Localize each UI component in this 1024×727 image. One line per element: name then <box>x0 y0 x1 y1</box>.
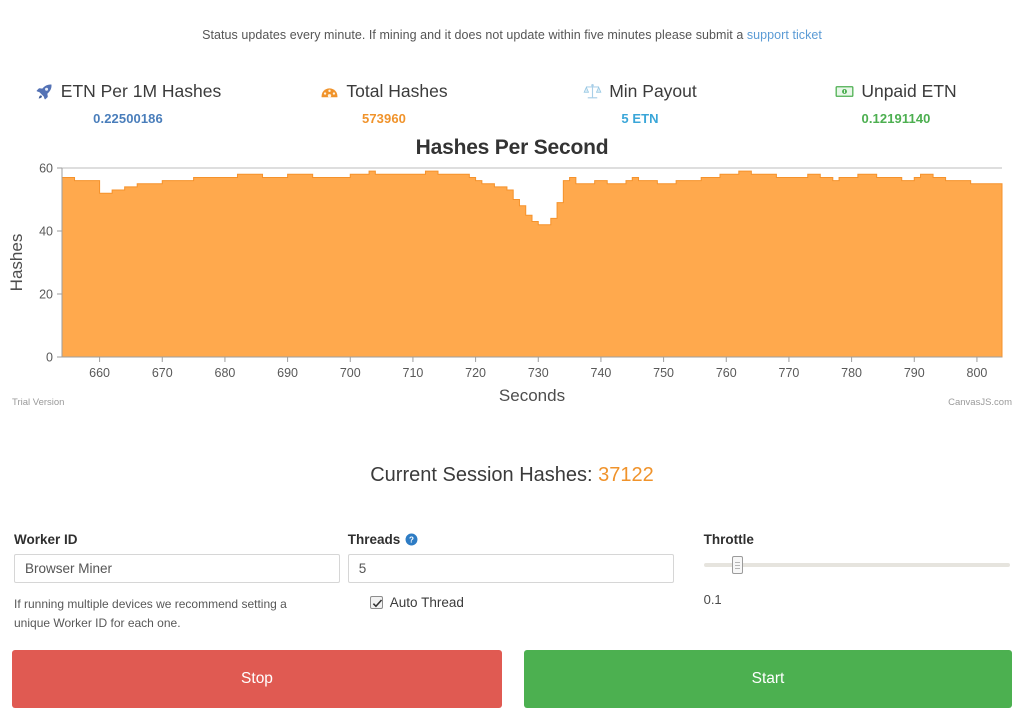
svg-text:60: 60 <box>39 162 53 176</box>
threads-group: Threads ? Auto Thread <box>346 532 676 633</box>
throttle-slider[interactable] <box>703 554 1010 576</box>
banknote-icon <box>835 82 854 101</box>
current-session-value: 37122 <box>598 464 654 486</box>
action-buttons: Stop Start <box>0 650 1024 708</box>
svg-text:670: 670 <box>152 366 173 380</box>
stop-button[interactable]: Stop <box>12 650 502 708</box>
stat-card-etn-per-1m-hashes: ETN Per 1M Hashes 0.22500186 <box>0 80 256 126</box>
stat-header: Min Payout <box>512 80 768 102</box>
hashes-per-second-chart: Hashes Per Second 0 20 40 60 660 670 680 690 700… <box>0 136 1024 416</box>
svg-text:Seconds: Seconds <box>499 386 565 405</box>
stat-value: 573960 <box>362 111 406 126</box>
status-message-text: Status updates every minute. If mining a… <box>202 28 747 42</box>
current-session-label: Current Session Hashes: <box>370 464 593 486</box>
balance-scale-icon <box>583 82 602 101</box>
current-session-hashes: Current Session Hashes: 37122 <box>0 464 1024 487</box>
throttle-slider-thumb[interactable] <box>731 556 743 574</box>
question-circle-icon[interactable]: ? <box>405 533 418 546</box>
svg-text:700: 700 <box>340 366 361 380</box>
stat-header: Unpaid ETN <box>768 80 1024 102</box>
svg-text:730: 730 <box>528 366 549 380</box>
stat-value: 0.22500186 <box>93 111 163 126</box>
svg-text:680: 680 <box>215 366 236 380</box>
worker-id-label: Worker ID <box>14 532 78 547</box>
svg-text:CanvasJS.com: CanvasJS.com <box>948 397 1012 408</box>
svg-text:0: 0 <box>46 351 53 365</box>
worker-id-hint: If running multiple devices we recommend… <box>14 597 287 630</box>
stat-card-unpaid-etn: Unpaid ETN 0.12191140 <box>768 80 1024 126</box>
svg-text:Hashes: Hashes <box>7 234 26 292</box>
svg-text:40: 40 <box>39 225 53 239</box>
status-message: Status updates every minute. If mining a… <box>0 28 1024 42</box>
auto-thread-row[interactable]: Auto Thread <box>369 595 674 610</box>
miner-dashboard: Status updates every minute. If mining a… <box>0 0 1024 727</box>
rocket-icon <box>35 82 54 101</box>
miner-settings-form: Worker ID If running multiple devices we… <box>0 532 1024 633</box>
svg-text:800: 800 <box>967 366 988 380</box>
svg-text:660: 660 <box>89 366 110 380</box>
svg-text:780: 780 <box>841 366 862 380</box>
svg-text:690: 690 <box>277 366 298 380</box>
svg-text:Trial Version: Trial Version <box>12 397 64 408</box>
throttle-value: 0.1 <box>703 592 722 607</box>
worker-id-group: Worker ID If running multiple devices we… <box>12 532 342 633</box>
throttle-label: Throttle <box>703 532 754 547</box>
auto-thread-label: Auto Thread <box>389 595 464 610</box>
svg-text:760: 760 <box>716 366 737 380</box>
threads-label: Threads ? <box>348 532 674 547</box>
svg-text:740: 740 <box>591 366 612 380</box>
stat-label: Unpaid ETN <box>861 81 957 101</box>
threads-label-text: Threads <box>347 532 401 547</box>
speedometer-icon <box>320 82 339 101</box>
svg-text:770: 770 <box>779 366 800 380</box>
stat-card-total-hashes: Total Hashes 573960 <box>256 80 512 126</box>
stat-label: Min Payout <box>609 81 697 101</box>
svg-text:710: 710 <box>403 366 424 380</box>
svg-text:20: 20 <box>39 288 53 302</box>
svg-text:750: 750 <box>653 366 674 380</box>
stat-card-min-payout: Min Payout 5 ETN <box>512 80 768 126</box>
svg-text:790: 790 <box>904 366 925 380</box>
stats-row: ETN Per 1M Hashes 0.22500186 Total Hashe… <box>0 80 1024 126</box>
worker-id-input[interactable] <box>14 554 340 583</box>
svg-text:?: ? <box>409 535 414 544</box>
stat-header: Total Hashes <box>256 80 512 102</box>
stat-label: Total Hashes <box>346 81 448 101</box>
start-button[interactable]: Start <box>524 650 1012 708</box>
throttle-group: Throttle 0.1 <box>702 532 1012 633</box>
threads-input[interactable] <box>347 554 674 583</box>
stat-value: 0.12191140 <box>861 111 931 126</box>
stat-value: 5 ETN <box>621 111 659 126</box>
stat-header: ETN Per 1M Hashes <box>0 80 256 102</box>
auto-thread-checkbox[interactable] <box>369 596 383 609</box>
stat-label: ETN Per 1M Hashes <box>60 81 222 101</box>
throttle-slider-track[interactable] <box>703 563 1010 567</box>
checkmark-icon <box>372 599 382 608</box>
svg-text:720: 720 <box>465 366 486 380</box>
chart-canvas: 0 20 40 60 660 670 680 690 700 710 720 730 740 750 760… <box>7 162 1012 409</box>
support-ticket-link[interactable]: support ticket <box>747 28 822 42</box>
